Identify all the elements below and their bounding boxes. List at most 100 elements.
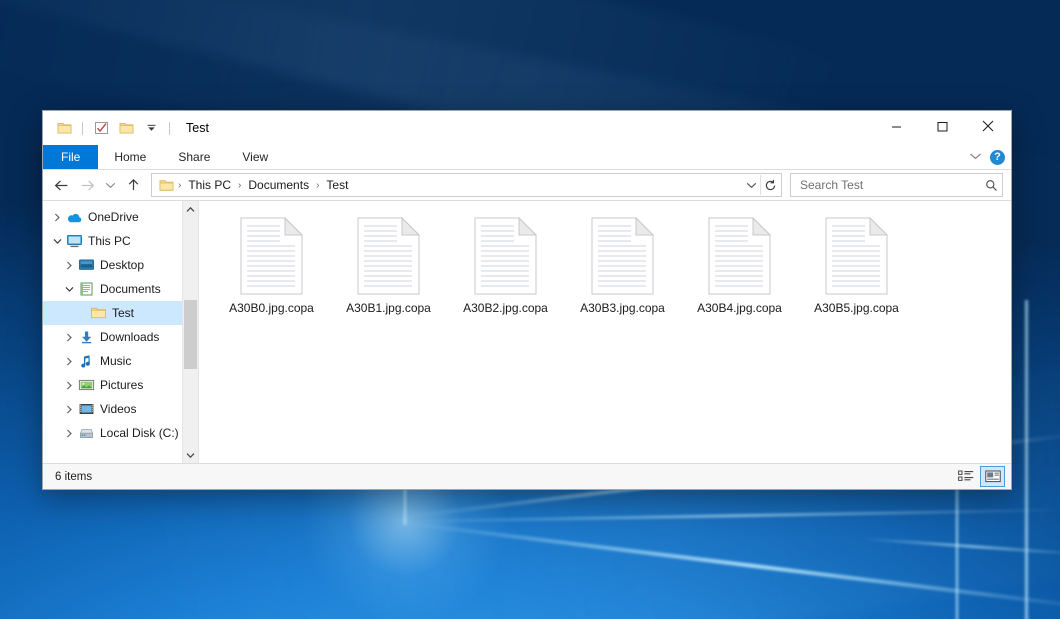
music-note-icon — [77, 353, 95, 369]
chevron-right-icon[interactable] — [49, 213, 65, 222]
maximize-button[interactable] — [919, 111, 965, 141]
quick-access-toolbar: Test — [43, 111, 209, 145]
window-title: Test — [186, 121, 209, 135]
navigation-pane: OneDrive This PC — [43, 201, 199, 463]
sidebar-item-label: This PC — [88, 234, 131, 248]
sidebar-item-label: Music — [100, 354, 131, 368]
file-list-view[interactable]: A30B0.jpg.copa A30B1.jpg.copa — [199, 201, 1011, 463]
minimize-button[interactable] — [873, 111, 919, 141]
window-body: OneDrive This PC — [43, 200, 1011, 463]
sidebar-item-documents[interactable]: Documents — [43, 277, 198, 301]
tab-view[interactable]: View — [226, 145, 284, 169]
chevron-down-icon[interactable] — [141, 118, 161, 138]
file-explorer-window: Test File Home Share View ? — [42, 110, 1012, 490]
file-item[interactable]: A30B4.jpg.copa — [681, 213, 798, 321]
file-item[interactable]: A30B5.jpg.copa — [798, 213, 915, 321]
forward-button[interactable] — [75, 173, 99, 197]
chevron-right-icon[interactable] — [61, 405, 77, 414]
file-name: A30B5.jpg.copa — [814, 301, 899, 315]
status-bar: 6 items — [43, 463, 1011, 489]
sidebar-item-label: Documents — [100, 282, 161, 296]
chevron-right-icon[interactable] — [61, 333, 77, 342]
breadcrumb-item-this-pc[interactable]: This PC — [183, 178, 236, 192]
tab-share[interactable]: Share — [162, 145, 226, 169]
recent-locations-button[interactable] — [101, 173, 119, 197]
this-pc-monitor-icon — [65, 233, 83, 249]
folder-icon[interactable] — [116, 118, 136, 138]
sidebar-item-videos[interactable]: Videos — [43, 397, 198, 421]
sidebar-item-label: OneDrive — [88, 210, 139, 224]
details-view-button[interactable] — [953, 466, 978, 487]
breadcrumb: › This PC › Documents › Test — [157, 178, 742, 192]
sidebar-item-local-disk-c[interactable]: Local Disk (C:) — [43, 421, 198, 445]
file-name: A30B0.jpg.copa — [229, 301, 314, 315]
breadcrumb-tools — [742, 175, 779, 195]
sidebar-item-downloads[interactable]: Downloads — [43, 325, 198, 349]
downloads-icon — [77, 329, 95, 345]
breadcrumb-folder-icon[interactable] — [157, 179, 176, 192]
breadcrumb-item-documents[interactable]: Documents — [243, 178, 314, 192]
scrollbar-track[interactable] — [183, 217, 198, 447]
breadcrumb-separator[interactable]: › — [315, 180, 320, 191]
tab-home[interactable]: Home — [98, 145, 162, 169]
ribbon-right-controls: ? — [969, 145, 1005, 169]
onedrive-cloud-icon — [65, 209, 83, 225]
checkbox-checked-icon[interactable] — [91, 118, 111, 138]
close-button[interactable] — [965, 111, 1011, 141]
chevron-down-icon[interactable] — [61, 286, 77, 293]
breadcrumb-bar[interactable]: › This PC › Documents › Test — [151, 173, 782, 197]
file-item[interactable]: A30B1.jpg.copa — [330, 213, 447, 321]
chevron-right-icon[interactable] — [61, 357, 77, 366]
sidebar-item-label: Desktop — [100, 258, 144, 272]
toolbar-separator — [169, 122, 170, 135]
sidebar-item-label: Pictures — [100, 378, 143, 392]
file-grid: A30B0.jpg.copa A30B1.jpg.copa — [213, 213, 1001, 321]
tab-file[interactable]: File — [43, 145, 98, 169]
breadcrumb-separator[interactable]: › — [177, 180, 182, 191]
sidebar-item-onedrive[interactable]: OneDrive — [43, 205, 198, 229]
breadcrumb-separator[interactable]: › — [237, 180, 242, 191]
generic-file-icon — [357, 217, 420, 295]
large-icons-view-button[interactable] — [980, 466, 1005, 487]
sidebar-scrollbar[interactable] — [182, 201, 198, 463]
search-box[interactable] — [790, 173, 1003, 197]
chevron-down-icon[interactable] — [969, 150, 982, 164]
file-name: A30B2.jpg.copa — [463, 301, 548, 315]
sidebar-item-test[interactable]: Test — [43, 301, 198, 325]
search-icon[interactable] — [985, 179, 998, 192]
window-controls — [873, 111, 1011, 141]
address-dropdown-icon[interactable] — [742, 175, 760, 195]
sidebar-item-music[interactable]: Music — [43, 349, 198, 373]
scroll-up-button[interactable] — [183, 201, 198, 217]
folder-icon[interactable] — [54, 118, 74, 138]
documents-icon — [77, 281, 95, 297]
sidebar-item-desktop[interactable]: Desktop — [43, 253, 198, 277]
chevron-right-icon[interactable] — [61, 381, 77, 390]
scroll-down-button[interactable] — [183, 447, 198, 463]
sidebar-item-label: Downloads — [100, 330, 159, 344]
file-name: A30B3.jpg.copa — [580, 301, 665, 315]
chevron-right-icon[interactable] — [61, 429, 77, 438]
refresh-icon[interactable] — [760, 175, 779, 195]
folder-tree: OneDrive This PC — [43, 201, 198, 445]
generic-file-icon — [708, 217, 771, 295]
file-item[interactable]: A30B3.jpg.copa — [564, 213, 681, 321]
back-button[interactable] — [49, 173, 73, 197]
help-icon[interactable]: ? — [990, 150, 1005, 165]
file-item[interactable]: A30B0.jpg.copa — [213, 213, 330, 321]
chevron-down-icon[interactable] — [49, 238, 65, 245]
sidebar-item-label: Videos — [100, 402, 136, 416]
scrollbar-thumb[interactable] — [184, 300, 197, 369]
file-name: A30B1.jpg.copa — [346, 301, 431, 315]
sidebar-item-pictures[interactable]: Pictures — [43, 373, 198, 397]
search-input[interactable] — [798, 177, 985, 193]
sidebar-item-this-pc[interactable]: This PC — [43, 229, 198, 253]
chevron-right-icon[interactable] — [61, 261, 77, 270]
up-button[interactable] — [121, 173, 145, 197]
videos-film-icon — [77, 401, 95, 417]
ribbon-tab-bar: File Home Share View ? — [43, 145, 1011, 170]
breadcrumb-item-test[interactable]: Test — [321, 178, 353, 192]
address-bar: › This PC › Documents › Test — [43, 170, 1011, 200]
file-item[interactable]: A30B2.jpg.copa — [447, 213, 564, 321]
generic-file-icon — [240, 217, 303, 295]
